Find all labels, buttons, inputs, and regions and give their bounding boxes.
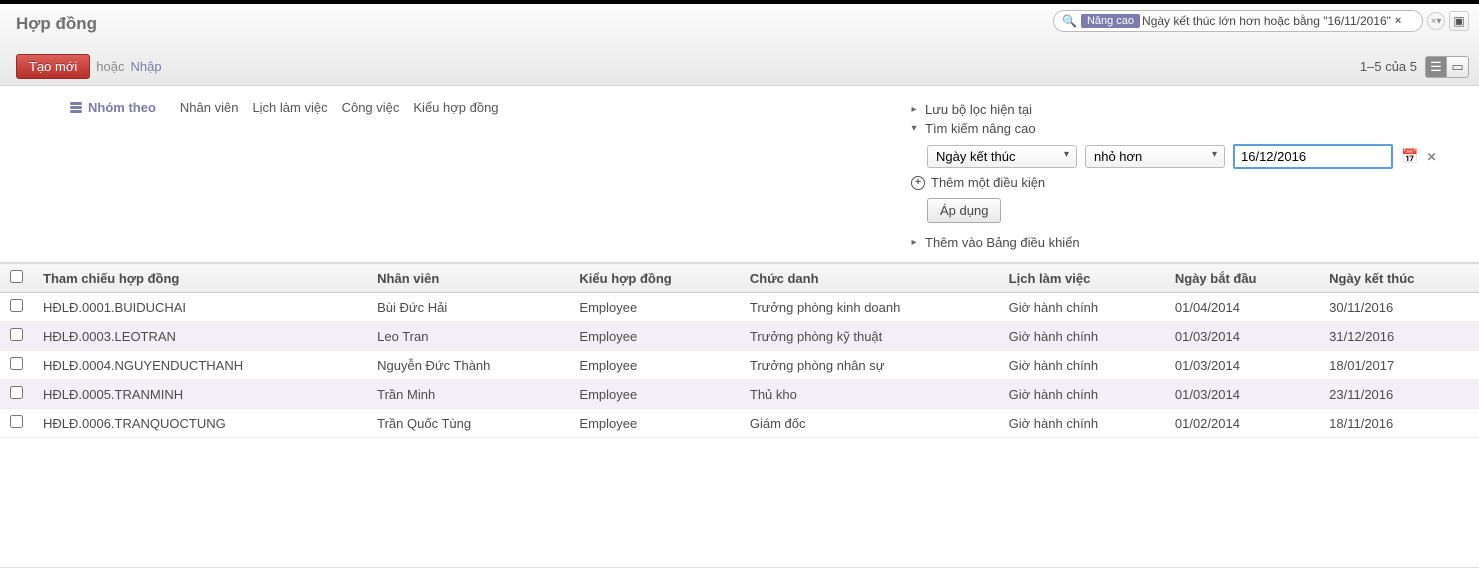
calendar-icon[interactable]: 📅 — [1401, 148, 1418, 165]
cell-title: Trưởng phòng kỹ thuật — [740, 322, 999, 351]
col-ref[interactable]: Tham chiếu hợp đồng — [33, 264, 367, 293]
col-start[interactable]: Ngày bắt đầu — [1165, 264, 1319, 293]
row-checkbox[interactable] — [10, 299, 23, 312]
cell-ref: HĐLĐ.0004.NGUYENDUCTHANH — [33, 351, 367, 380]
cell-ref: HĐLĐ.0005.TRANMINH — [33, 380, 367, 409]
cell-type: Employee — [569, 293, 739, 322]
condition-value-input[interactable] — [1233, 144, 1393, 169]
database-icon — [70, 102, 82, 114]
condition-field-select[interactable]: Ngày kết thúc — [927, 145, 1077, 168]
pager-text: 1–5 của 5 — [1360, 59, 1417, 74]
condition-remove[interactable]: ✕ — [1426, 150, 1436, 164]
cell-employee: Trần Quốc Tùng — [367, 409, 569, 438]
table-row[interactable]: HĐLĐ.0005.TRANMINHTrần MinhEmployeeThủ k… — [0, 380, 1479, 409]
group-option-contract-type[interactable]: Kiểu hợp đồng — [413, 100, 498, 115]
table-row[interactable]: HĐLĐ.0001.BUIDUCHAIBùi Đức HảiEmployeeTr… — [0, 293, 1479, 322]
cell-employee: Bùi Đức Hải — [367, 293, 569, 322]
row-checkbox[interactable] — [10, 386, 23, 399]
row-checkbox[interactable] — [10, 357, 23, 370]
cell-ref: HĐLĐ.0003.LEOTRAN — [33, 322, 367, 351]
col-type[interactable]: Kiểu hợp đồng — [569, 264, 739, 293]
table-row[interactable]: HĐLĐ.0003.LEOTRANLeo TranEmployeeTrưởng … — [0, 322, 1479, 351]
cell-schedule: Giờ hành chính — [999, 322, 1165, 351]
col-title[interactable]: Chức danh — [740, 264, 999, 293]
cell-title: Trưởng phòng kinh doanh — [740, 293, 999, 322]
adv-search-row[interactable]: ▾ Tìm kiếm nâng cao — [909, 119, 1469, 138]
cell-end: 18/01/2017 — [1319, 351, 1479, 380]
or-text: hoặc — [96, 59, 124, 74]
search-facet-text: Ngày kết thúc lớn hơn hoặc bằng "16/11/2… — [1142, 14, 1391, 28]
group-by-label: Nhóm theo — [70, 100, 156, 115]
cell-type: Employee — [569, 380, 739, 409]
expand-search-button[interactable]: ▣ — [1449, 11, 1469, 31]
cell-schedule: Giờ hành chính — [999, 351, 1165, 380]
group-option-employee[interactable]: Nhân viên — [180, 100, 239, 115]
col-employee[interactable]: Nhân viên — [367, 264, 569, 293]
search-clear-button[interactable]: ×▾ — [1427, 12, 1445, 30]
search-facet-remove[interactable]: × — [1395, 15, 1401, 27]
select-all-checkbox[interactable] — [10, 270, 23, 283]
add-condition-row[interactable]: + Thêm một điều kiện — [911, 175, 1469, 190]
cell-ref: HĐLĐ.0001.BUIDUCHAI — [33, 293, 367, 322]
cell-start: 01/02/2014 — [1165, 409, 1319, 438]
page-title: Hợp đồng — [16, 10, 97, 48]
group-option-schedule[interactable]: Lịch làm việc — [252, 100, 327, 115]
cell-type: Employee — [569, 351, 739, 380]
table-row[interactable]: HĐLĐ.0006.TRANQUOCTUNGTrần Quốc TùngEmpl… — [0, 409, 1479, 438]
add-dashboard-row[interactable]: ▸ Thêm vào Bảng điều khiển — [909, 233, 1469, 252]
list-view-button[interactable]: ☰ — [1425, 56, 1447, 78]
cell-type: Employee — [569, 409, 739, 438]
chevron-right-icon: ▸ — [909, 237, 919, 248]
cell-start: 01/03/2014 — [1165, 351, 1319, 380]
contracts-table: Tham chiếu hợp đồng Nhân viên Kiểu hợp đ… — [0, 263, 1479, 438]
cell-title: Thủ kho — [740, 380, 999, 409]
cell-employee: Trần Minh — [367, 380, 569, 409]
search-icon: 🔍 — [1062, 14, 1077, 28]
cell-end: 23/11/2016 — [1319, 380, 1479, 409]
import-link[interactable]: Nhập — [130, 59, 161, 74]
cell-start: 01/03/2014 — [1165, 322, 1319, 351]
cell-start: 01/04/2014 — [1165, 293, 1319, 322]
cell-end: 31/12/2016 — [1319, 322, 1479, 351]
cell-title: Giám đốc — [740, 409, 999, 438]
cell-schedule: Giờ hành chính — [999, 293, 1165, 322]
col-schedule[interactable]: Lịch làm việc — [999, 264, 1165, 293]
cell-type: Employee — [569, 322, 739, 351]
cell-schedule: Giờ hành chính — [999, 380, 1165, 409]
save-filter-row[interactable]: ▸ Lưu bộ lọc hiện tại — [909, 100, 1469, 119]
cell-title: Trưởng phòng nhân sự — [740, 351, 999, 380]
create-button[interactable]: Tạo mới — [16, 54, 90, 79]
cell-employee: Leo Tran — [367, 322, 569, 351]
chevron-right-icon: ▸ — [909, 104, 919, 115]
cell-employee: Nguyễn Đức Thành — [367, 351, 569, 380]
row-checkbox[interactable] — [10, 415, 23, 428]
apply-button[interactable]: Áp dụng — [927, 198, 1001, 223]
cell-end: 30/11/2016 — [1319, 293, 1479, 322]
table-row[interactable]: HĐLĐ.0004.NGUYENDUCTHANHNguyễn Đức Thành… — [0, 351, 1479, 380]
row-checkbox[interactable] — [10, 328, 23, 341]
col-end[interactable]: Ngày kết thúc — [1319, 264, 1479, 293]
cell-ref: HĐLĐ.0006.TRANQUOCTUNG — [33, 409, 367, 438]
group-option-job[interactable]: Công việc — [342, 100, 400, 115]
chevron-down-icon: ▾ — [909, 123, 919, 134]
condition-operator-select[interactable]: nhỏ hơn — [1085, 145, 1225, 168]
plus-icon: + — [911, 176, 925, 190]
search-facet-label[interactable]: Nâng cao — [1081, 14, 1140, 28]
cell-schedule: Giờ hành chính — [999, 409, 1165, 438]
search-box[interactable]: 🔍 Nâng cao Ngày kết thúc lớn hơn hoặc bằ… — [1053, 10, 1423, 32]
cell-start: 01/03/2014 — [1165, 380, 1319, 409]
form-view-button[interactable]: ▭ — [1447, 56, 1469, 78]
cell-end: 18/11/2016 — [1319, 409, 1479, 438]
